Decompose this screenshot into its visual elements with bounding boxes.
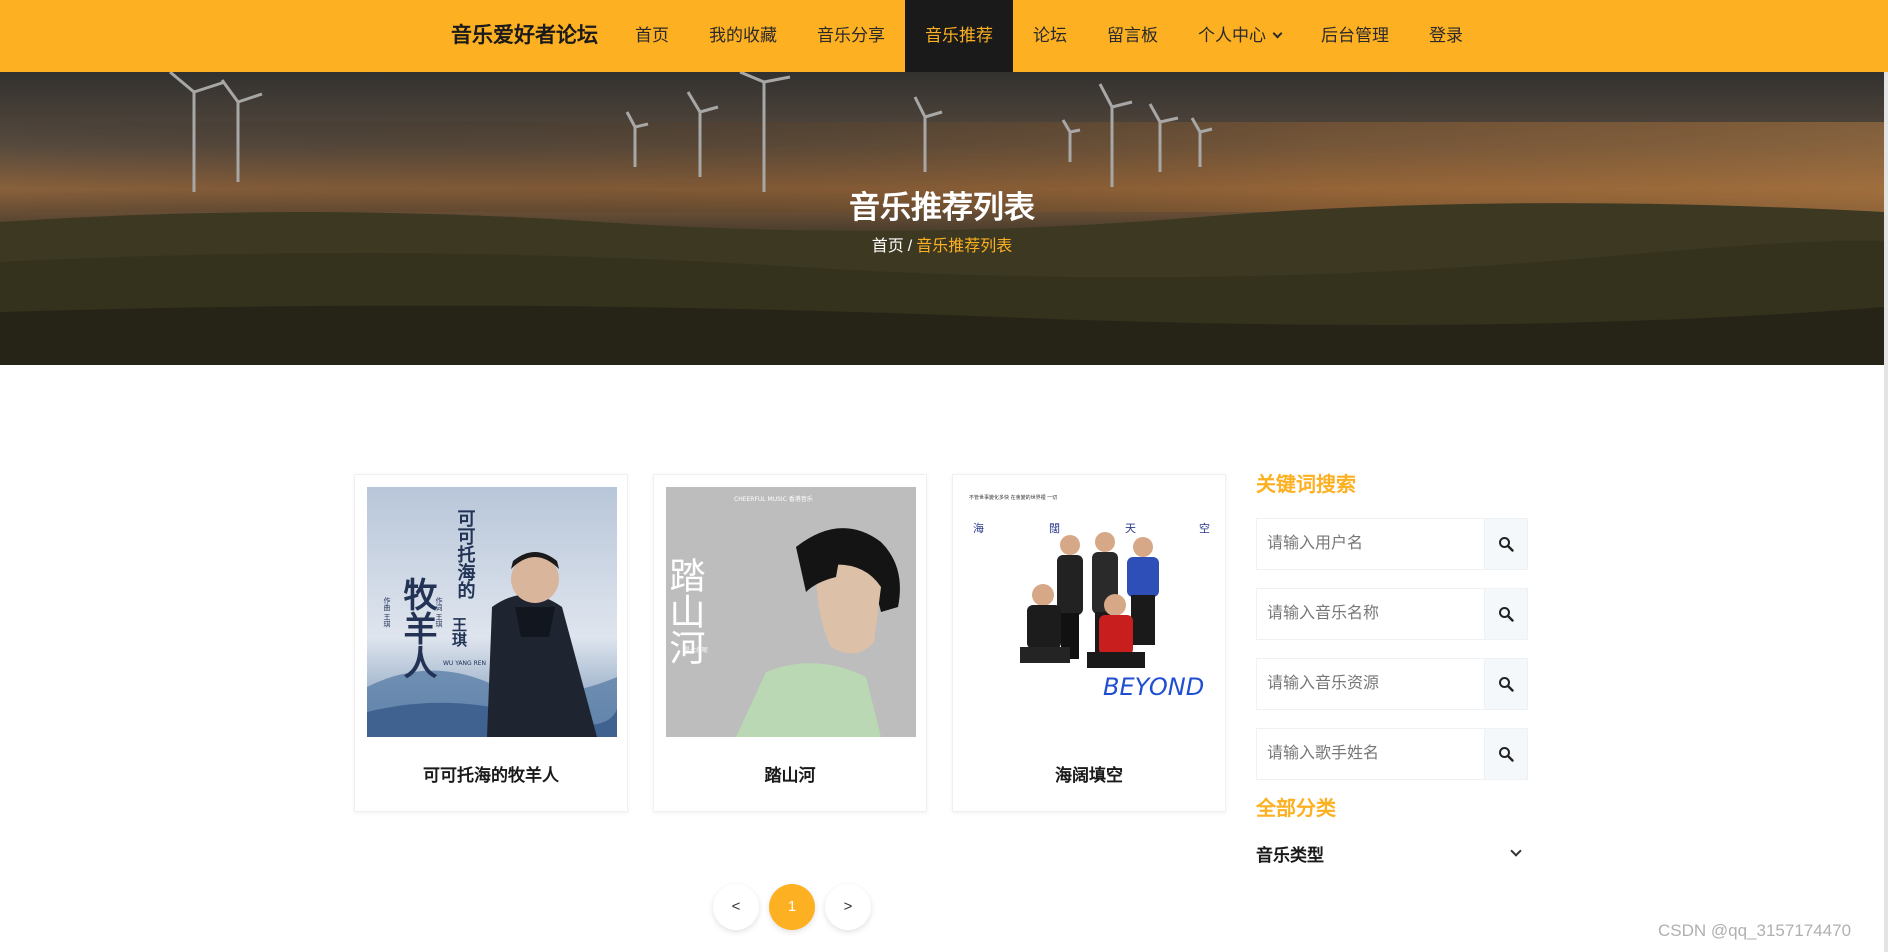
search-music-resource-input[interactable] — [1256, 658, 1484, 710]
chevron-down-icon — [1272, 28, 1283, 39]
page-1-button[interactable]: 1 — [769, 884, 815, 930]
search-icon — [1499, 677, 1514, 692]
search-row-username — [1256, 518, 1528, 570]
search-icon — [1499, 537, 1514, 552]
cover-text: CHEERFUL MUSIC 香港音乐 — [734, 495, 813, 503]
hero-banner: 音乐推荐列表 首页 / 音乐推荐列表 — [0, 72, 1884, 365]
nav-item-label: 后台管理 — [1321, 26, 1389, 45]
nav-item-label: 音乐推荐 — [925, 26, 993, 45]
album-cover-image: 牧羊人 可可托海的 王琪 作词 王琪 作曲 王琪 WU YANG REN — [367, 487, 617, 737]
cover-text: WU YANG REN — [443, 660, 486, 667]
search-row-music-resource — [1256, 658, 1528, 710]
breadcrumb: 首页 / 音乐推荐列表 — [0, 232, 1884, 256]
search-button[interactable] — [1484, 658, 1528, 710]
music-card[interactable]: 踏山河 CHEERFUL MUSIC 香港音乐 是七叔呢 踏山河 — [653, 474, 927, 812]
category-heading: 全部分类 — [1256, 798, 1336, 820]
search-row-singer — [1256, 728, 1528, 780]
music-title: 可可托海的牧羊人 — [423, 766, 559, 785]
search-icon — [1499, 607, 1514, 622]
cover-text: 是七叔呢 — [684, 646, 708, 654]
category-music-type[interactable]: 音乐类型 — [1256, 840, 1528, 866]
cover-text: 作曲 王琪 — [383, 596, 391, 628]
sidebar: 关键词搜索 全部分类 音乐类型 — [1256, 470, 1528, 866]
next-page-button[interactable]: > — [825, 884, 871, 930]
nav-item-label: 我的收藏 — [709, 26, 777, 45]
music-card-list: 牧羊人 可可托海的 王琪 作词 王琪 作曲 王琪 WU YANG REN 可可托… — [354, 474, 1226, 812]
nav-item-label: 登录 — [1429, 26, 1463, 45]
breadcrumb-current: 音乐推荐列表 — [916, 238, 1013, 255]
search-button[interactable] — [1484, 728, 1528, 780]
nav-item-label: 首页 — [635, 26, 669, 45]
nav-item-music-share[interactable]: 音乐分享 — [797, 0, 905, 72]
watermark: CSDN @qq_3157174470 — [1658, 921, 1852, 940]
album-cover-image: 不管世事變化多快 在會變的世界裡 一切 海 闊 天 空 BEYOND — [965, 487, 1215, 737]
search-icon — [1499, 747, 1514, 762]
nav-item-label: 音乐分享 — [817, 26, 885, 45]
music-title: 踏山河 — [764, 766, 816, 785]
cover-text: 海 — [973, 521, 984, 535]
breadcrumb-home-link[interactable]: 首页 — [872, 238, 904, 255]
search-heading: 关键词搜索 — [1256, 474, 1356, 496]
search-button[interactable] — [1484, 588, 1528, 640]
cover-text: 闊 — [1049, 522, 1060, 535]
nav-item-home[interactable]: 首页 — [615, 0, 689, 72]
nav-item-message-board[interactable]: 留言板 — [1087, 0, 1178, 72]
nav-item-admin[interactable]: 后台管理 — [1301, 0, 1409, 72]
nav-item-label: 个人中心 — [1198, 26, 1266, 45]
music-card[interactable]: 不管世事變化多快 在會變的世界裡 一切 海 闊 天 空 BEYOND 海阔填空 — [952, 474, 1226, 812]
search-singer-input[interactable] — [1256, 728, 1484, 780]
music-card[interactable]: 牧羊人 可可托海的 王琪 作词 王琪 作曲 王琪 WU YANG REN 可可托… — [354, 474, 628, 812]
pagination: < 1 > — [713, 884, 871, 930]
chevron-down-icon — [1510, 844, 1522, 857]
breadcrumb-separator: / — [907, 238, 913, 255]
music-title: 海阔填空 — [1055, 766, 1123, 785]
nav-item-label: 论坛 — [1033, 26, 1067, 45]
nav-item-label: 留言板 — [1107, 26, 1158, 45]
search-button[interactable] — [1484, 518, 1528, 570]
site-brand[interactable]: 音乐爱好者论坛 — [451, 0, 598, 72]
band-logo: BEYOND — [1103, 673, 1204, 701]
page-title: 音乐推荐列表 — [849, 190, 1035, 225]
cover-text: 作词 王琪 — [435, 596, 443, 628]
cover-text: 牧羊人 — [397, 577, 437, 679]
nav-item-music-recommend[interactable]: 音乐推荐 — [905, 0, 1013, 72]
category-label: 音乐类型 — [1256, 845, 1324, 865]
page-scrollbar-track — [1884, 72, 1888, 952]
nav-item-personal-center[interactable]: 个人中心 — [1178, 0, 1301, 72]
search-music-name-input[interactable] — [1256, 588, 1484, 640]
cover-text: 空 — [1199, 521, 1210, 535]
main-nav: 首页 我的收藏 音乐分享 音乐推荐 论坛 留言板 个人中心 后台管理 登录 — [615, 0, 1483, 72]
prev-page-button[interactable]: < — [713, 884, 759, 930]
cover-text: 天 — [1125, 522, 1136, 535]
cover-text: 王琪 — [450, 617, 468, 648]
nav-item-forum[interactable]: 论坛 — [1013, 0, 1087, 72]
search-row-music-name — [1256, 588, 1528, 640]
cover-text: 可可托海的 — [455, 509, 476, 600]
search-username-input[interactable] — [1256, 518, 1484, 570]
cover-text: 不管世事變化多快 在會變的世界裡 一切 — [969, 494, 1057, 501]
top-navbar: 音乐爱好者论坛 首页 我的收藏 音乐分享 音乐推荐 论坛 留言板 个人中心 后台… — [0, 0, 1888, 72]
nav-item-favorites[interactable]: 我的收藏 — [689, 0, 797, 72]
album-cover-image: 踏山河 CHEERFUL MUSIC 香港音乐 是七叔呢 — [666, 487, 916, 737]
nav-item-login[interactable]: 登录 — [1409, 0, 1483, 72]
